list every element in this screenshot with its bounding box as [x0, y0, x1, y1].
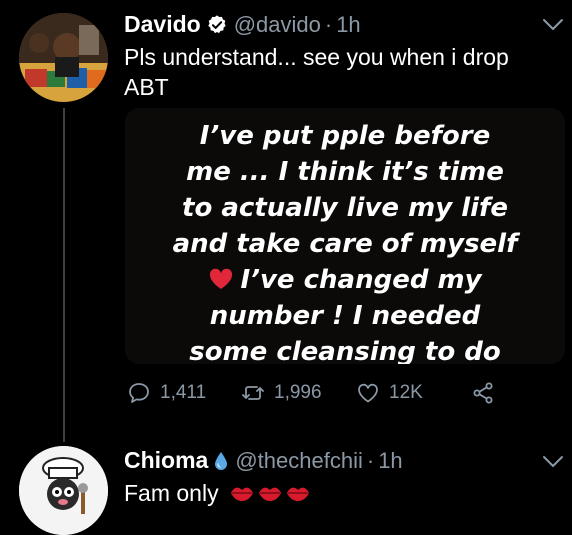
- media-line: I’ve put pple before: [199, 121, 491, 151]
- tweet-text: Fam only: [124, 480, 219, 506]
- tweet-media-image[interactable]: I’ve put pple before me ... I think it’s…: [125, 108, 565, 364]
- media-line-with-emoji: I’ve changed my: [125, 262, 565, 298]
- kiss-lips-icon: [286, 487, 309, 501]
- retweet-count: 1,996: [274, 382, 322, 403]
- tweet-text-row: Fam only: [124, 478, 544, 508]
- media-line: I’ve changed my: [240, 265, 482, 295]
- tweet-text: Pls understand... see you when i drop AB…: [124, 44, 509, 100]
- media-text: I’ve put pple before me ... I think it’s…: [125, 118, 565, 364]
- media-line: and take care of myself: [172, 229, 518, 259]
- reply-button[interactable]: 1,411: [127, 381, 206, 405]
- like-button[interactable]: 12K: [356, 381, 423, 405]
- like-icon: [358, 383, 378, 403]
- retweet-button[interactable]: 1,996: [241, 381, 322, 405]
- author-name[interactable]: Chioma: [124, 447, 208, 474]
- avatar[interactable]: [19, 13, 108, 102]
- author-handle[interactable]: @thechefchii: [235, 448, 363, 474]
- tweet-header: Davido @davido · 1h: [124, 11, 361, 38]
- tweet-header: Chioma @thechefchii · 1h: [124, 447, 403, 474]
- retweet-icon: [242, 386, 264, 400]
- thread-connector: [63, 108, 65, 442]
- media-line: me ... I think it’s time: [186, 157, 504, 187]
- kiss-lips-icon: [230, 487, 253, 501]
- like-count: 12K: [389, 382, 423, 403]
- media-line: to actually live my life: [182, 193, 508, 223]
- kiss-lips-icon: [258, 487, 281, 501]
- red-heart-icon: [208, 265, 234, 289]
- author-name[interactable]: Davido: [124, 11, 201, 38]
- reply-count: 1,411: [160, 382, 207, 403]
- avatar[interactable]: [19, 446, 108, 535]
- share-icon: [473, 382, 493, 404]
- media-line: some cleansing to do: [189, 337, 501, 364]
- timestamp[interactable]: 1h: [336, 12, 360, 38]
- verified-badge-icon: [206, 14, 228, 36]
- author-handle[interactable]: @davido: [234, 12, 321, 38]
- emoji-group: [227, 482, 311, 504]
- reply-icon: [129, 383, 149, 403]
- separator-dot: ·: [324, 11, 333, 37]
- media-line: number ! I needed: [209, 301, 481, 331]
- separator-dot: ·: [366, 447, 375, 473]
- timestamp[interactable]: 1h: [378, 448, 402, 474]
- chevron-down-icon[interactable]: [541, 17, 565, 33]
- droplet-icon: [213, 450, 229, 472]
- chevron-down-icon[interactable]: [541, 454, 565, 470]
- share-button[interactable]: [471, 381, 495, 405]
